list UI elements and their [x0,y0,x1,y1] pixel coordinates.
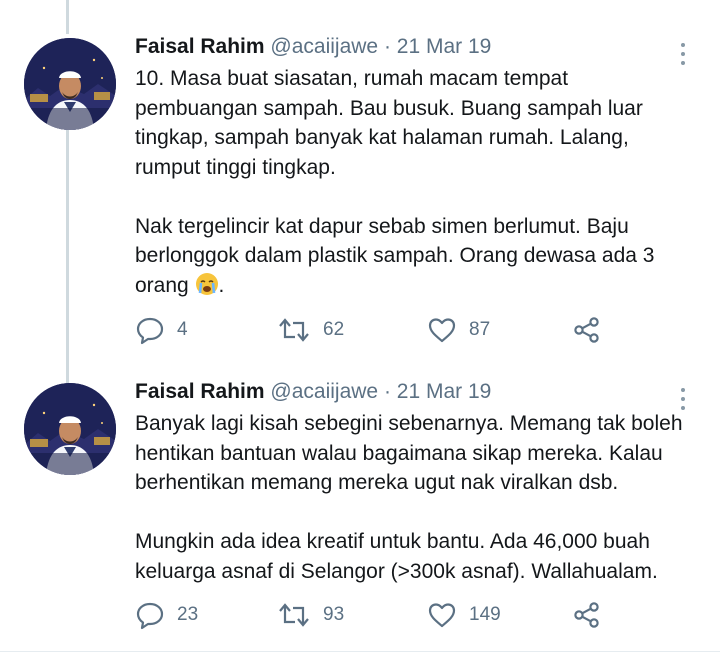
tweet-text-main: Banyak lagi kisah sebegini sebenarnya. M… [135,412,683,583]
like-count: 87 [469,319,491,340]
retweet-count: 93 [323,604,345,625]
retweet-button[interactable]: 93 [277,600,344,630]
heart-icon [428,318,456,343]
share-icon [574,602,599,628]
tweet[interactable]: Faisal Rahim @acaiijawe · 21 Mar 19 Bany… [0,380,720,650]
retweet-count: 62 [323,319,345,340]
like-button[interactable]: 149 [427,600,501,630]
tweet-text: 10. Masa buat siasatan, rumah macam temp… [135,64,710,304]
share-button[interactable] [572,315,602,345]
tweet-header: Faisal Rahim @acaiijawe · 21 Mar 19 [135,35,491,59]
action-bar: 4 62 87 [135,315,710,345]
tweet-header: Faisal Rahim @acaiijawe · 21 Mar 19 [135,380,491,404]
avatar-photo-icon [24,38,116,130]
like-count: 149 [469,604,501,625]
tweet-date[interactable]: 21 Mar 19 [397,380,492,403]
more-options-icon[interactable] [676,388,690,410]
thread-line-top [66,0,69,34]
reply-button[interactable]: 23 [135,600,198,630]
more-options-icon[interactable] [676,43,690,65]
author-name[interactable]: Faisal Rahim [135,35,265,58]
separator-dot: · [383,380,391,403]
share-icon [574,317,599,343]
tweet-text-main: 10. Masa buat siasatan, rumah macam temp… [135,67,655,297]
author-handle[interactable]: @acaiijawe [270,35,378,58]
reply-count: 23 [177,604,199,625]
author-handle[interactable]: @acaiijawe [270,380,378,403]
separator-dot: · [383,35,391,58]
avatar-photo-icon [24,383,116,475]
retweet-button[interactable]: 62 [277,315,344,345]
action-bar: 23 93 149 [135,600,710,630]
avatar[interactable] [24,38,116,130]
reply-button[interactable]: 4 [135,315,188,345]
heart-icon [428,603,456,628]
tweet[interactable]: Faisal Rahim @acaiijawe · 21 Mar 19 10. … [0,35,720,355]
tweet-text-end: . [218,273,225,297]
reply-count: 4 [177,319,188,340]
crying-face-emoji-icon [195,272,219,305]
like-button[interactable]: 87 [427,315,490,345]
reply-icon [136,317,164,345]
author-name[interactable]: Faisal Rahim [135,380,265,403]
tweet-date[interactable]: 21 Mar 19 [397,35,492,58]
share-button[interactable] [572,600,602,630]
avatar[interactable] [24,383,116,475]
bottom-divider [0,651,720,652]
retweet-icon [279,318,309,342]
retweet-icon [279,603,309,627]
reply-icon [136,602,164,630]
tweet-text: Banyak lagi kisah sebegini sebenarnya. M… [135,409,710,586]
